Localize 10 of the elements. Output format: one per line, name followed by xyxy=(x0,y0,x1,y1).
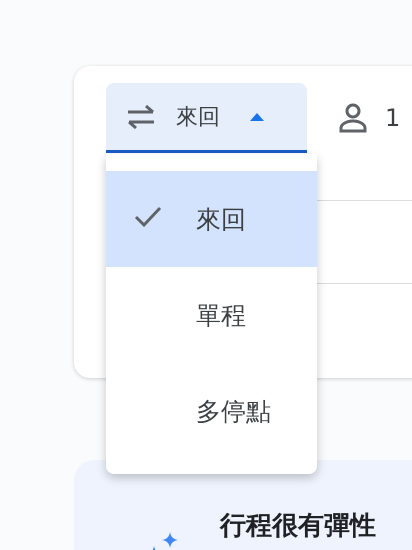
menu-item[interactable]: 單程 xyxy=(106,267,317,363)
trip-type-dropdown[interactable]: 來回 xyxy=(106,83,307,153)
trip-type-label: 來回 xyxy=(176,104,220,132)
promo-title: 行程很有彈性 xyxy=(220,510,376,543)
check-icon xyxy=(134,206,162,228)
menu-item[interactable]: 來回 xyxy=(106,171,317,267)
passenger-selector[interactable]: 1 xyxy=(339,103,400,133)
caret-icon xyxy=(250,112,264,120)
person-icon xyxy=(339,103,367,133)
menu-item[interactable]: 多停點 xyxy=(106,363,317,459)
